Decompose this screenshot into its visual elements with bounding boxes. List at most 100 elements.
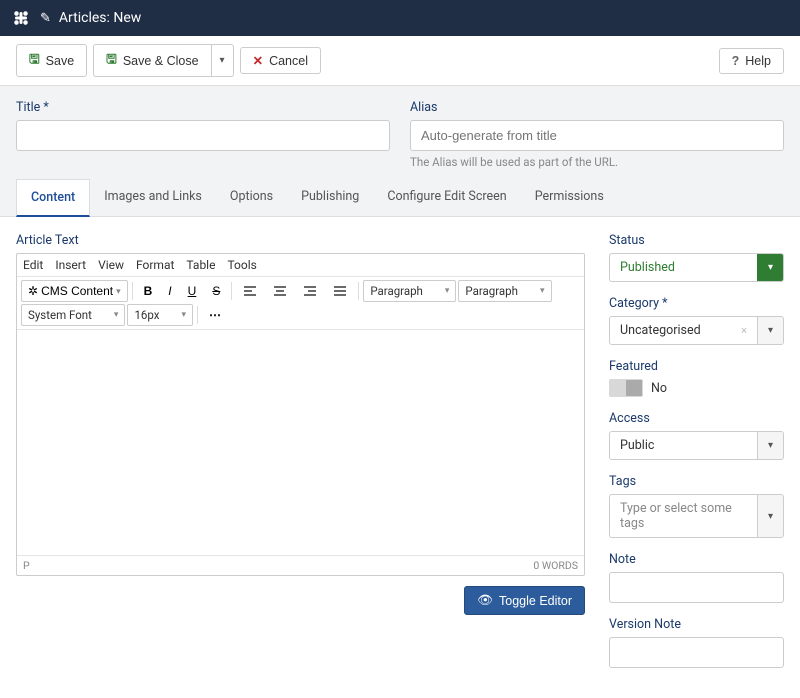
align-justify-button[interactable] [326, 280, 354, 302]
eye-icon: 👁 [477, 593, 493, 608]
chevron-down-icon: ▾ [757, 495, 783, 537]
chevron-down-icon: ▾ [114, 310, 119, 320]
tags-select[interactable]: Type or select some tags ▾ [609, 494, 784, 538]
tab-permissions[interactable]: Permissions [521, 179, 618, 216]
font-size-select[interactable]: 16px ▾ [127, 304, 193, 326]
article-text-label: Article Text [16, 233, 585, 248]
editor-container: Edit Insert View Format Table Tools ✲ CM… [16, 253, 585, 576]
menu-insert[interactable]: Insert [55, 258, 86, 272]
note-input[interactable] [609, 572, 784, 603]
pencil-icon: ✎ [40, 11, 51, 26]
cms-content-label: CMS Content [41, 284, 113, 298]
title-label: Title * [16, 100, 390, 115]
align-right-button[interactable] [296, 280, 324, 302]
action-toolbar: 🖫 Save 🖫 Save & Close ▾ ✕ Cancel ? Help [0, 36, 800, 86]
chevron-down-icon: ▾ [757, 254, 783, 281]
content-pane: Article Text Edit Insert View Format Tab… [0, 217, 800, 698]
menu-tools[interactable]: Tools [227, 258, 256, 272]
font-family-value: System Font [28, 308, 92, 322]
save-label: Save [46, 54, 75, 68]
help-icon: ? [732, 54, 740, 68]
editor-word-count: 0 WORDS [533, 559, 578, 572]
underline-button[interactable]: U [181, 280, 204, 302]
italic-button[interactable]: I [161, 280, 178, 302]
menu-edit[interactable]: Edit [23, 258, 43, 272]
block-format-select-1[interactable]: Paragraph ▾ [363, 280, 456, 302]
chevron-down-icon: ▾ [181, 310, 186, 320]
status-label: Status [609, 233, 784, 248]
editor-menubar: Edit Insert View Format Table Tools [17, 254, 584, 277]
save-close-button[interactable]: 🖫 Save & Close [93, 44, 211, 77]
status-select[interactable]: Published ▾ [609, 253, 784, 282]
strikethrough-button[interactable]: S [205, 280, 227, 302]
alias-label: Alias [410, 100, 784, 115]
font-size-value: 16px [134, 308, 159, 322]
help-button[interactable]: ? Help [719, 48, 784, 74]
chevron-down-icon: ▾ [445, 286, 450, 296]
align-center-icon [273, 285, 287, 297]
save-close-caret[interactable]: ▾ [212, 44, 234, 77]
chevron-down-icon: ▾ [540, 286, 545, 296]
menu-view[interactable]: View [98, 258, 124, 272]
block-format-select-2[interactable]: Paragraph ▾ [458, 280, 551, 302]
category-value: Uncategorised [620, 323, 701, 338]
joomla-small-icon: ✲ [28, 284, 38, 298]
alias-help-text: The Alias will be used as part of the UR… [410, 155, 784, 169]
save-icon: 🖫 [106, 50, 117, 71]
chevron-down-icon: ▾ [220, 55, 225, 66]
featured-toggle[interactable] [609, 379, 643, 397]
cancel-label: Cancel [269, 54, 308, 68]
category-select[interactable]: Uncategorised × ▾ [609, 316, 784, 345]
close-icon: ✕ [253, 53, 263, 68]
version-note-label: Version Note [609, 617, 784, 632]
tab-bar: Content Images and Links Options Publish… [0, 179, 800, 217]
save-button[interactable]: 🖫 Save [16, 44, 87, 77]
chevron-down-icon: ▾ [116, 286, 121, 297]
featured-label: Featured [609, 359, 784, 374]
access-label: Access [609, 411, 784, 426]
menu-table[interactable]: Table [186, 258, 215, 272]
status-value: Published [610, 254, 757, 281]
tab-images-links[interactable]: Images and Links [90, 179, 216, 216]
tags-placeholder: Type or select some tags [610, 495, 757, 537]
align-left-icon [243, 285, 257, 297]
version-note-input[interactable] [609, 637, 784, 668]
cancel-button[interactable]: ✕ Cancel [240, 47, 321, 74]
alias-input[interactable] [410, 120, 784, 151]
editor-textarea[interactable] [17, 330, 584, 555]
menu-format[interactable]: Format [136, 258, 174, 272]
help-label: Help [745, 54, 771, 68]
tab-content[interactable]: Content [16, 179, 90, 217]
cms-content-button[interactable]: ✲ CMS Content ▾ [21, 280, 128, 302]
page-title: Articles: New [59, 10, 141, 26]
block-format-2-value: Paragraph [465, 284, 518, 298]
joomla-logo-icon [10, 7, 32, 29]
save-close-group: 🖫 Save & Close ▾ [93, 44, 233, 77]
more-toolbar-button[interactable]: ⋯ [202, 304, 229, 326]
note-label: Note [609, 552, 784, 567]
save-icon: 🖫 [29, 50, 40, 71]
tab-configure-edit[interactable]: Configure Edit Screen [373, 179, 520, 216]
title-input[interactable] [16, 120, 390, 151]
align-right-icon [303, 285, 317, 297]
clear-icon[interactable]: × [741, 324, 747, 337]
access-select[interactable]: Public ▾ [609, 431, 784, 460]
editor-statusbar: P 0 WORDS [17, 555, 584, 575]
editor-path: P [23, 559, 30, 572]
align-center-button[interactable] [266, 280, 294, 302]
toggle-editor-button[interactable]: 👁 Toggle Editor [464, 586, 585, 615]
editor-toolbar: ✲ CMS Content ▾ B I U S [17, 277, 584, 330]
toggle-thumb [626, 380, 642, 396]
ellipsis-icon: ⋯ [209, 308, 222, 322]
chevron-down-icon: ▾ [757, 317, 783, 344]
tab-publishing[interactable]: Publishing [287, 179, 373, 216]
tab-options[interactable]: Options [216, 179, 287, 216]
font-family-select[interactable]: System Font ▾ [21, 304, 125, 326]
chevron-down-icon: ▾ [757, 432, 783, 459]
align-justify-icon [333, 285, 347, 297]
align-left-button[interactable] [236, 280, 264, 302]
tags-label: Tags [609, 474, 784, 489]
featured-value: No [651, 381, 667, 396]
bold-button[interactable]: B [137, 280, 160, 302]
toggle-editor-label: Toggle Editor [499, 594, 572, 608]
